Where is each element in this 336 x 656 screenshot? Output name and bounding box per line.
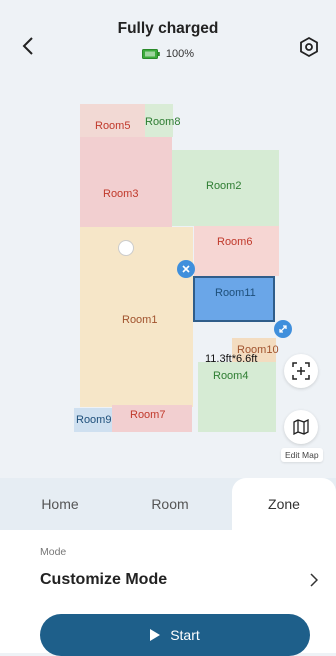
room-label-6: Room6 (217, 236, 253, 248)
room-label-3: Room3 (103, 188, 139, 200)
floor-map[interactable]: Room5 Room8 Room3 Room2 Room6 Room11 Roo… (0, 80, 336, 462)
tab-room[interactable]: Room (110, 478, 230, 530)
room-area-6[interactable] (194, 226, 279, 276)
dock-marker (118, 240, 134, 256)
start-button[interactable]: Start (40, 614, 310, 656)
edit-map-button[interactable] (284, 410, 318, 444)
mode-panel: Mode Customize Mode Start (0, 530, 336, 656)
tab-zone[interactable]: Zone (232, 478, 336, 530)
room-label-1: Room1 (122, 314, 158, 326)
tab-zone-label: Zone (268, 496, 300, 512)
room-label-11: Room11 (215, 287, 256, 299)
start-button-label: Start (170, 627, 200, 643)
zone-resize-handle[interactable] (274, 320, 292, 338)
room-label-8: Room8 (145, 116, 181, 128)
battery-level: 100% (165, 48, 195, 60)
add-zone-icon (292, 362, 310, 380)
close-icon (182, 265, 190, 273)
map-icon (293, 419, 309, 435)
battery-icon (141, 49, 160, 59)
zone-selection[interactable] (193, 276, 275, 322)
tab-home[interactable]: Home (0, 478, 120, 530)
page-title: Fully charged (117, 20, 219, 37)
mode-selector[interactable]: Customize Mode (40, 568, 318, 592)
room-label-5: Room5 (95, 120, 131, 132)
play-icon (150, 629, 161, 641)
chevron-right-icon (310, 573, 318, 587)
tab-room-label: Room (151, 496, 189, 512)
tab-home-label: Home (41, 496, 79, 512)
zone-delete-button[interactable] (177, 260, 195, 278)
header: Fully charged 100% (0, 0, 336, 80)
room-label-9: Room9 (76, 414, 112, 426)
room-label-7: Room7 (130, 409, 166, 421)
zone-size-label: 11.3ft*6.6ft (205, 353, 258, 365)
mode-tabs: Home Room Zone (0, 478, 336, 530)
battery-status: 100% (0, 48, 336, 60)
resize-icon (279, 325, 287, 333)
settings-icon (300, 36, 318, 58)
room-label-2: Room2 (206, 180, 242, 192)
edit-map-label: Edit Map (281, 448, 323, 462)
settings-button[interactable] (294, 32, 324, 62)
add-zone-button[interactable] (284, 354, 318, 388)
room-label-4: Room4 (213, 370, 249, 382)
mode-value: Customize Mode (40, 571, 168, 588)
mode-label: Mode (40, 546, 67, 558)
room-area-3[interactable] (80, 137, 172, 227)
